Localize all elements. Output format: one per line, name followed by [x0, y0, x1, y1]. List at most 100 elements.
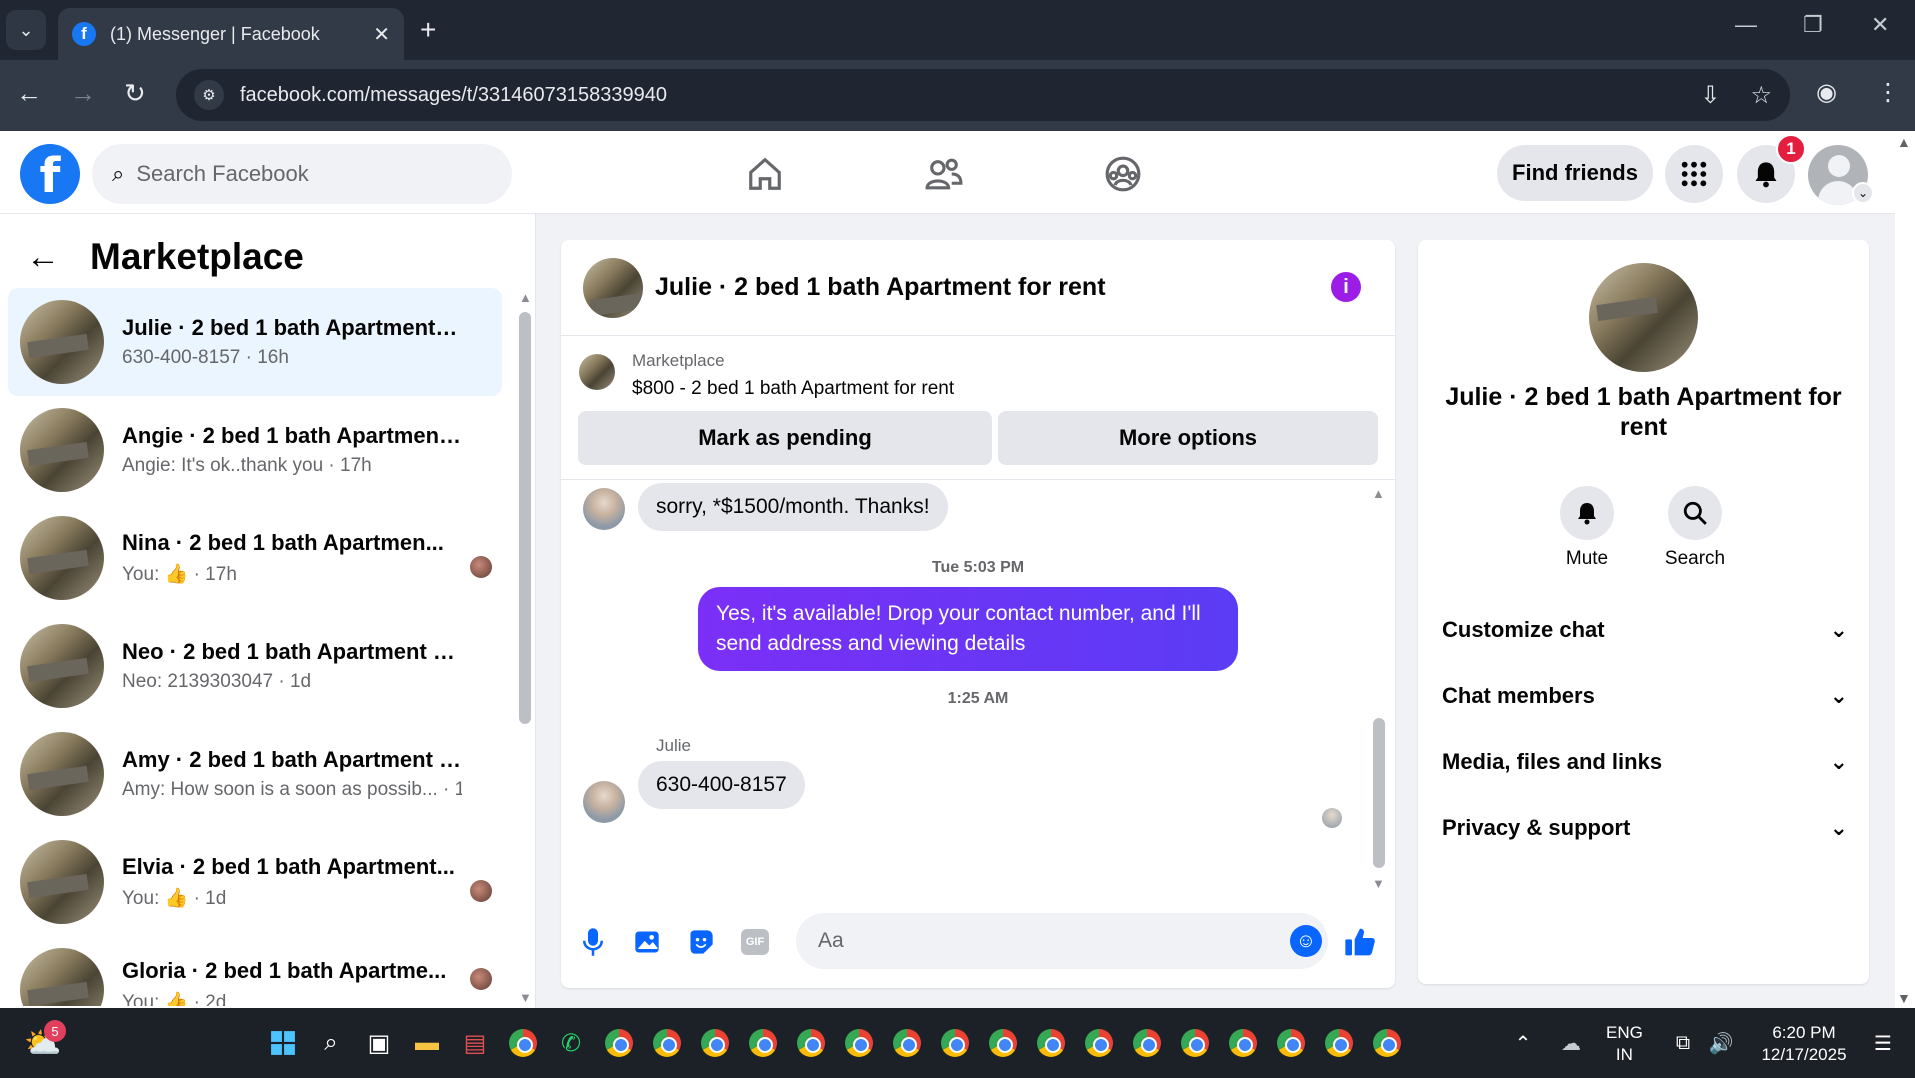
conversation-name: Angie · 2 bed 1 bath Apartment ... [122, 423, 462, 448]
site-info-icon[interactable]: ⚙ [194, 80, 224, 110]
chrome-taskbar-icon[interactable] [1370, 1026, 1404, 1060]
conversation-item[interactable]: Amy · 2 bed 1 bath Apartment f... Amy: H… [8, 720, 502, 828]
back-arrow-icon[interactable]: ← [26, 238, 60, 277]
windows-taskbar: ⛅ ⌕ ▣ ▬ ▤ ✆ ⌃ ☁ ENG IN ⧉ 🔊 6:20 PM 12/17… [0, 1008, 1915, 1078]
gif-icon[interactable]: GIF [737, 924, 773, 960]
customize-chat-section[interactable]: Customize chat ⌄ [1442, 617, 1848, 643]
like-thumbs-up-icon[interactable] [1342, 924, 1378, 960]
scroll-down-arrow-icon[interactable]: ▼ [1372, 876, 1385, 891]
scroll-down-arrow-icon[interactable]: ▼ [519, 990, 532, 1005]
chrome-taskbar-icon[interactable] [938, 1026, 972, 1060]
new-tab-icon[interactable]: + [420, 14, 436, 46]
install-app-icon[interactable]: ⇩ [1700, 81, 1720, 110]
chat-scrollbar[interactable] [1373, 718, 1385, 868]
sidebar-header: ← Marketplace [26, 236, 304, 278]
restore-icon[interactable]: ❐ [1803, 12, 1823, 38]
page-scroll-up-icon[interactable]: ▲ [1897, 134, 1911, 150]
volume-icon[interactable]: 🔊 [1704, 1026, 1738, 1060]
info-icon[interactable]: i [1331, 272, 1361, 302]
bookmark-star-icon[interactable]: ☆ [1750, 81, 1772, 110]
browser-tab[interactable]: f (1) Messenger | Facebook ✕ [58, 8, 404, 60]
chrome-taskbar-icon[interactable] [602, 1026, 636, 1060]
friends-nav-icon[interactable] [914, 149, 974, 199]
microphone-icon[interactable] [575, 924, 611, 960]
mute-button[interactable]: Mute [1542, 486, 1632, 570]
find-friends-button[interactable]: Find friends [1497, 145, 1653, 201]
chat-title[interactable]: Julie · 2 bed 1 bath Apartment for rent [655, 273, 1106, 302]
chrome-taskbar-icon[interactable] [794, 1026, 828, 1060]
conversation-preview: You: 👍 · 2d [122, 990, 462, 1006]
start-windows-icon[interactable] [266, 1026, 300, 1060]
conversation-item[interactable]: Angie · 2 bed 1 bath Apartment ... Angie… [8, 396, 502, 504]
conversation-item[interactable]: Gloria · 2 bed 1 bath Apartme... You: 👍 … [8, 936, 502, 1006]
chrome-taskbar-icon[interactable] [842, 1026, 876, 1060]
show-hidden-icons-chevron-icon[interactable]: ⌃ [1506, 1026, 1540, 1060]
page-scrollbar[interactable] [1895, 131, 1915, 1008]
more-options-button[interactable]: More options [998, 411, 1378, 465]
menu-kebab-icon[interactable]: ⋮ [1876, 78, 1900, 107]
chrome-taskbar-icon[interactable] [746, 1026, 780, 1060]
address-bar[interactable]: ⚙ facebook.com/messages/t/33146073158339… [176, 69, 1790, 121]
chrome-taskbar-icon[interactable] [1082, 1026, 1116, 1060]
sidebar-scrollbar[interactable] [519, 312, 531, 724]
chrome-taskbar-icon[interactable] [1034, 1026, 1068, 1060]
back-icon[interactable]: ← [16, 78, 42, 109]
menu-grid-icon[interactable] [1665, 145, 1723, 203]
chrome-taskbar-icon[interactable] [1178, 1026, 1212, 1060]
tab-search-icon[interactable]: ⌄ [6, 10, 46, 50]
search-facebook-input[interactable]: ⌕ Search Facebook [92, 144, 512, 204]
sender-avatar[interactable] [583, 488, 625, 530]
sticker-icon[interactable] [683, 924, 719, 960]
whatsapp-icon[interactable]: ✆ [554, 1026, 588, 1060]
onedrive-icon[interactable]: ☁ [1554, 1026, 1588, 1060]
chat-listing-avatar[interactable] [1589, 263, 1698, 372]
chat-listing-avatar[interactable] [583, 257, 643, 318]
media-files-links-section[interactable]: Media, files and links ⌄ [1442, 749, 1848, 775]
taskbar-search-icon[interactable]: ⌕ [314, 1026, 348, 1060]
search-in-chat-button[interactable]: Search [1650, 486, 1740, 570]
sender-avatar[interactable] [583, 781, 625, 823]
page-scroll-down-icon[interactable]: ▼ [1897, 990, 1911, 1006]
chrome-taskbar-icon[interactable] [1274, 1026, 1308, 1060]
chevron-down-icon[interactable]: ⌄ [1852, 182, 1874, 204]
profile-icon[interactable]: ◉ [1816, 78, 1837, 107]
chrome-taskbar-icon[interactable] [890, 1026, 924, 1060]
photo-icon[interactable] [629, 924, 665, 960]
listing-title[interactable]: $800 - 2 bed 1 bath Apartment for rent [632, 378, 954, 400]
message-input[interactable]: Aa ☺ [796, 913, 1328, 969]
emoji-icon[interactable]: ☺ [1290, 925, 1322, 957]
language-indicator[interactable]: ENG IN [1606, 1022, 1643, 1066]
scroll-up-arrow-icon[interactable]: ▲ [519, 290, 532, 305]
reload-icon[interactable]: ↻ [124, 78, 146, 109]
minimize-icon[interactable]: — [1735, 12, 1757, 38]
scroll-up-arrow-icon[interactable]: ▲ [1372, 486, 1385, 501]
chrome-taskbar-icon[interactable] [698, 1026, 732, 1060]
forward-icon[interactable]: → [70, 78, 96, 109]
conversation-item[interactable]: Julie · 2 bed 1 bath Apartment f... 630-… [8, 288, 502, 396]
facebook-logo-icon[interactable]: f [20, 144, 80, 204]
window-close-icon[interactable]: ✕ [1871, 12, 1889, 38]
network-icon[interactable]: ⧉ [1666, 1026, 1700, 1060]
notification-center-icon[interactable]: ☰ [1866, 1026, 1900, 1060]
mark-as-pending-button[interactable]: Mark as pending [578, 411, 992, 465]
file-explorer-icon[interactable]: ▬ [410, 1026, 444, 1060]
conversation-item[interactable]: Neo · 2 bed 1 bath Apartment fo... Neo: … [8, 612, 502, 720]
chat-members-section[interactable]: Chat members ⌄ [1442, 683, 1848, 709]
clock[interactable]: 6:20 PM 12/17/2025 [1754, 1022, 1854, 1066]
home-nav-icon[interactable] [735, 149, 795, 199]
seen-avatar [470, 968, 492, 990]
task-view-icon[interactable]: ▣ [362, 1026, 396, 1060]
conversation-item[interactable]: Nina · 2 bed 1 bath Apartmen... You: 👍 ·… [8, 504, 502, 612]
chrome-taskbar-icon[interactable] [1130, 1026, 1164, 1060]
privacy-support-section[interactable]: Privacy & support ⌄ [1442, 815, 1848, 841]
chrome-taskbar-icon[interactable] [650, 1026, 684, 1060]
snipping-tool-icon[interactable]: ▤ [458, 1026, 492, 1060]
chrome-taskbar-icon[interactable] [1322, 1026, 1356, 1060]
message-bubble-incoming: sorry, *$1500/month. Thanks! [638, 483, 948, 531]
chrome-taskbar-icon[interactable] [1226, 1026, 1260, 1060]
chrome-taskbar-icon[interactable] [986, 1026, 1020, 1060]
groups-nav-icon[interactable] [1093, 149, 1153, 199]
tab-close-icon[interactable]: ✕ [373, 22, 390, 47]
chrome-taskbar-icon[interactable] [506, 1026, 540, 1060]
conversation-item[interactable]: Elvia · 2 bed 1 bath Apartment... You: 👍… [8, 828, 502, 936]
